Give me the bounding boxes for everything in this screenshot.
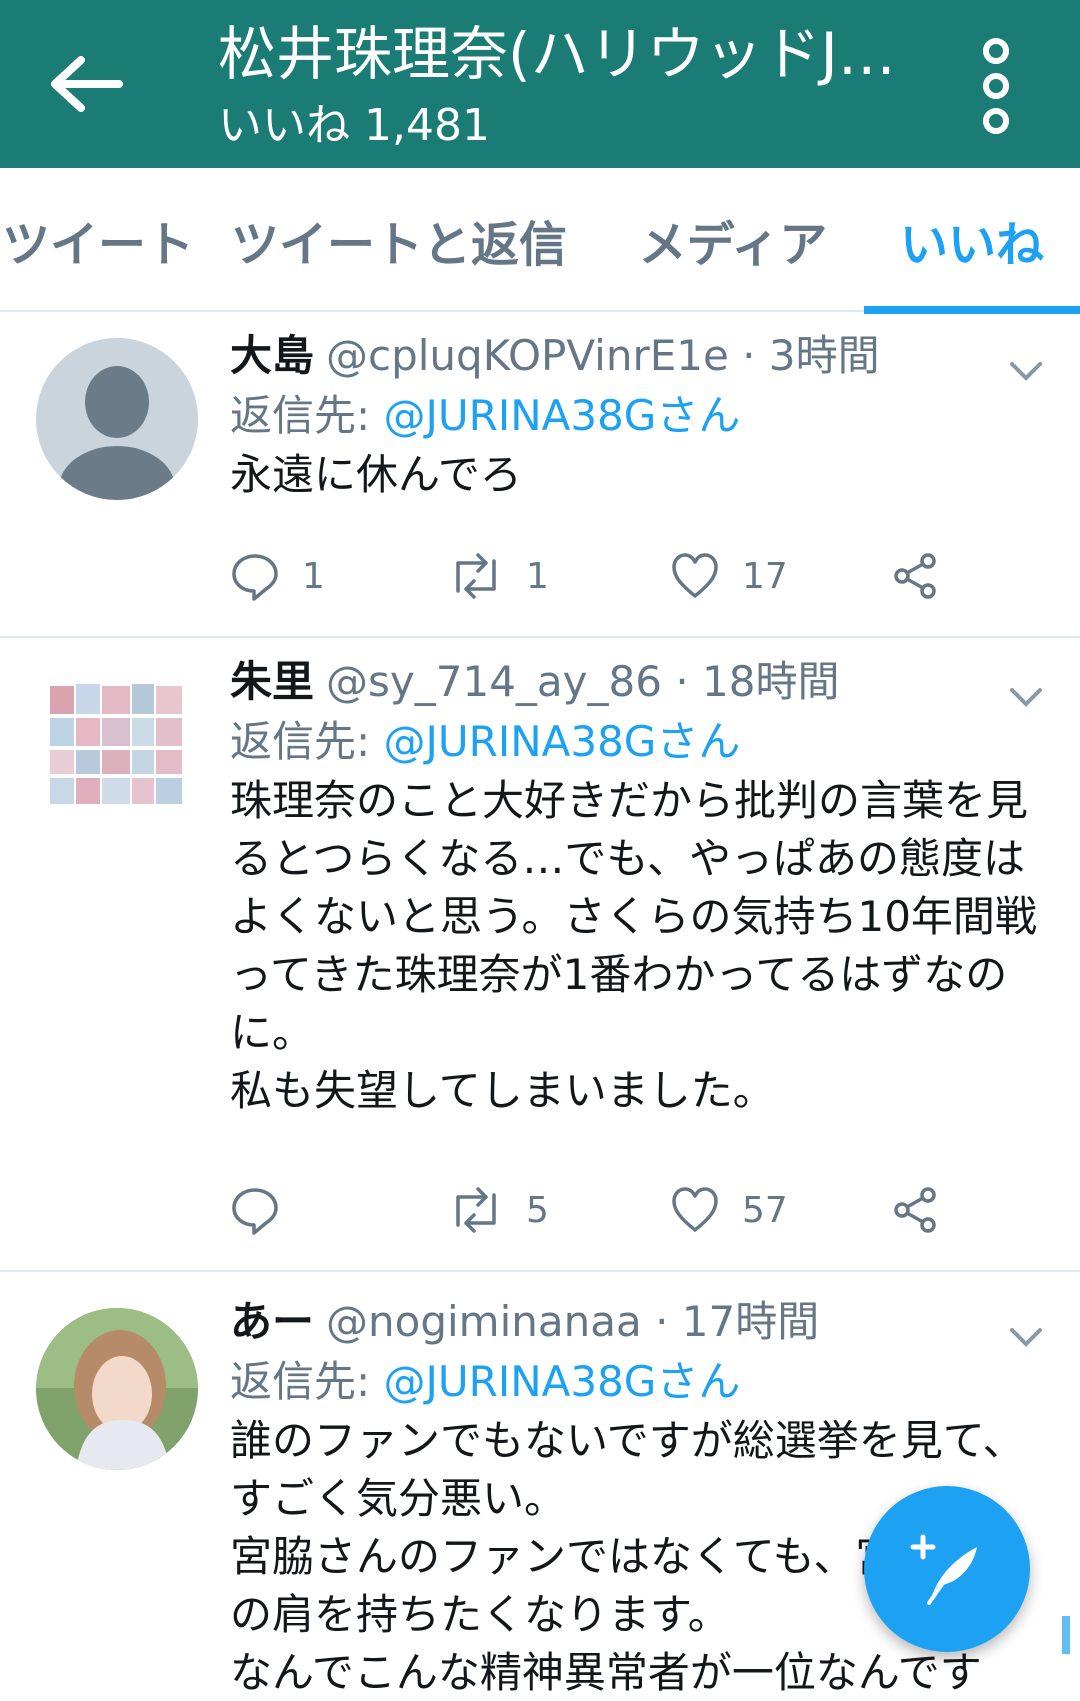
retweet-count: 1: [526, 555, 549, 597]
reply-to-label: 返信先:: [230, 391, 371, 440]
compose-feather-icon: [910, 1534, 977, 1605]
reply-icon: [232, 1188, 278, 1235]
scrollbar-thumb[interactable]: [1062, 1616, 1070, 1654]
tweet-text: 珠理奈のこと大好きだから批判の言葉を見るとつらくなる…でも、やっぱあの態度はよく…: [230, 776, 1037, 1115]
user-avatar[interactable]: [36, 664, 198, 826]
reply-to-mention[interactable]: @JURINA38Gさん: [384, 717, 741, 766]
app-bar: 松井珠理奈(ハリウッドJURINA) いいね 1,481: [0, 0, 1080, 168]
back-arrow-icon: [51, 56, 123, 112]
back-button[interactable]: [40, 42, 130, 126]
tab-tweets-and-replies[interactable]: ツイートと返信: [196, 168, 602, 312]
share-button[interactable]: [890, 546, 940, 606]
tab-tweets[interactable]: ツイート: [0, 168, 196, 312]
reply-button[interactable]: [230, 1180, 302, 1240]
default-user-icon: [36, 338, 198, 500]
compose-tweet-button[interactable]: [864, 1486, 1030, 1652]
tweet-header: 朱里 @sy_714_ay_86 · 18時間: [230, 652, 1040, 712]
more-dot-icon: [983, 73, 1009, 99]
tweet-item[interactable]: 朱里 @sy_714_ay_86 · 18時間 返信先: @JURINA38Gさん…: [0, 638, 1080, 1272]
reply-to-mention[interactable]: @JURINA38Gさん: [384, 391, 741, 440]
tweet-content: 朱里 @sy_714_ay_86 · 18時間 返信先: @JURINA38Gさん…: [230, 652, 1040, 1120]
tweet-time: · 3時間: [742, 331, 880, 380]
reply-icon: [232, 554, 278, 601]
tweet-time: · 18時間: [675, 657, 840, 706]
retweet-button[interactable]: 5: [448, 1180, 549, 1240]
tab-media[interactable]: メディア: [602, 168, 864, 312]
like-button[interactable]: 17: [670, 546, 788, 606]
likes-count-subtitle: いいね 1,481: [218, 96, 504, 156]
heart-icon: [672, 553, 718, 598]
profile-tabs: ツイート ツイートと返信 メディア いいね: [0, 168, 1080, 314]
tweet-actions: 5 57: [230, 1180, 970, 1240]
retweet-icon: [456, 553, 496, 599]
profile-name-title: 松井珠理奈(ハリウッドJURINA): [218, 20, 918, 88]
share-icon: [894, 1187, 936, 1233]
tab-likes[interactable]: いいね: [864, 168, 1080, 314]
like-count: 57: [742, 1189, 788, 1231]
tweet-item[interactable]: 大島 @cpluqKOPVinrE1e · 3時間 返信先: @JURINA38G…: [0, 312, 1080, 638]
share-button[interactable]: [890, 1180, 940, 1240]
tweet-header: 大島 @cpluqKOPVinrE1e · 3時間: [230, 326, 1040, 386]
reply-to-line: 返信先: @JURINA38Gさん: [230, 386, 1040, 446]
tweet-header: あー @nogiminanaa · 17時間: [230, 1292, 1040, 1352]
photo-collage-avatar: [36, 664, 198, 826]
more-options-button[interactable]: [970, 38, 1022, 134]
tweet-time: · 17時間: [655, 1297, 820, 1346]
default-avatar[interactable]: [36, 338, 198, 500]
author-name[interactable]: あー: [230, 1297, 314, 1346]
more-dot-icon: [983, 38, 1009, 64]
author-name[interactable]: 朱里: [230, 657, 314, 706]
retweet-button[interactable]: 1: [448, 546, 549, 606]
author-handle: @cpluqKOPVinrE1e: [326, 331, 729, 380]
chevron-down-icon[interactable]: [1004, 1314, 1048, 1358]
reply-to-line: 返信先: @JURINA38Gさん: [230, 712, 1040, 772]
user-avatar[interactable]: [36, 1308, 198, 1470]
retweet-count: 5: [526, 1189, 549, 1231]
portrait-avatar: [36, 1308, 198, 1470]
tweet-actions: 1 1 17: [230, 546, 970, 606]
author-name[interactable]: 大島: [230, 331, 314, 380]
tweet-text: 永遠に休んでろ: [230, 450, 522, 499]
retweet-icon: [456, 1187, 496, 1233]
likes-count: 1,481: [364, 100, 490, 151]
heart-icon: [672, 1187, 718, 1232]
like-count: 17: [742, 555, 788, 597]
like-button[interactable]: 57: [670, 1180, 788, 1240]
more-dot-icon: [983, 108, 1009, 134]
reply-to-label: 返信先:: [230, 717, 371, 766]
reply-to-line: 返信先: @JURINA38Gさん: [230, 1352, 1040, 1412]
author-handle: @nogiminanaa: [326, 1297, 642, 1346]
reply-to-mention[interactable]: @JURINA38Gさん: [384, 1357, 741, 1406]
share-icon: [894, 553, 936, 599]
reply-count: 1: [302, 555, 325, 597]
chevron-down-icon[interactable]: [1004, 348, 1048, 392]
reply-to-label: 返信先:: [230, 1357, 371, 1406]
author-handle: @sy_714_ay_86: [326, 657, 662, 706]
tweet-content: 大島 @cpluqKOPVinrE1e · 3時間 返信先: @JURINA38G…: [230, 326, 1040, 504]
likes-label: いいね: [218, 100, 350, 151]
chevron-down-icon[interactable]: [1004, 674, 1048, 718]
reply-button[interactable]: 1: [230, 546, 325, 606]
